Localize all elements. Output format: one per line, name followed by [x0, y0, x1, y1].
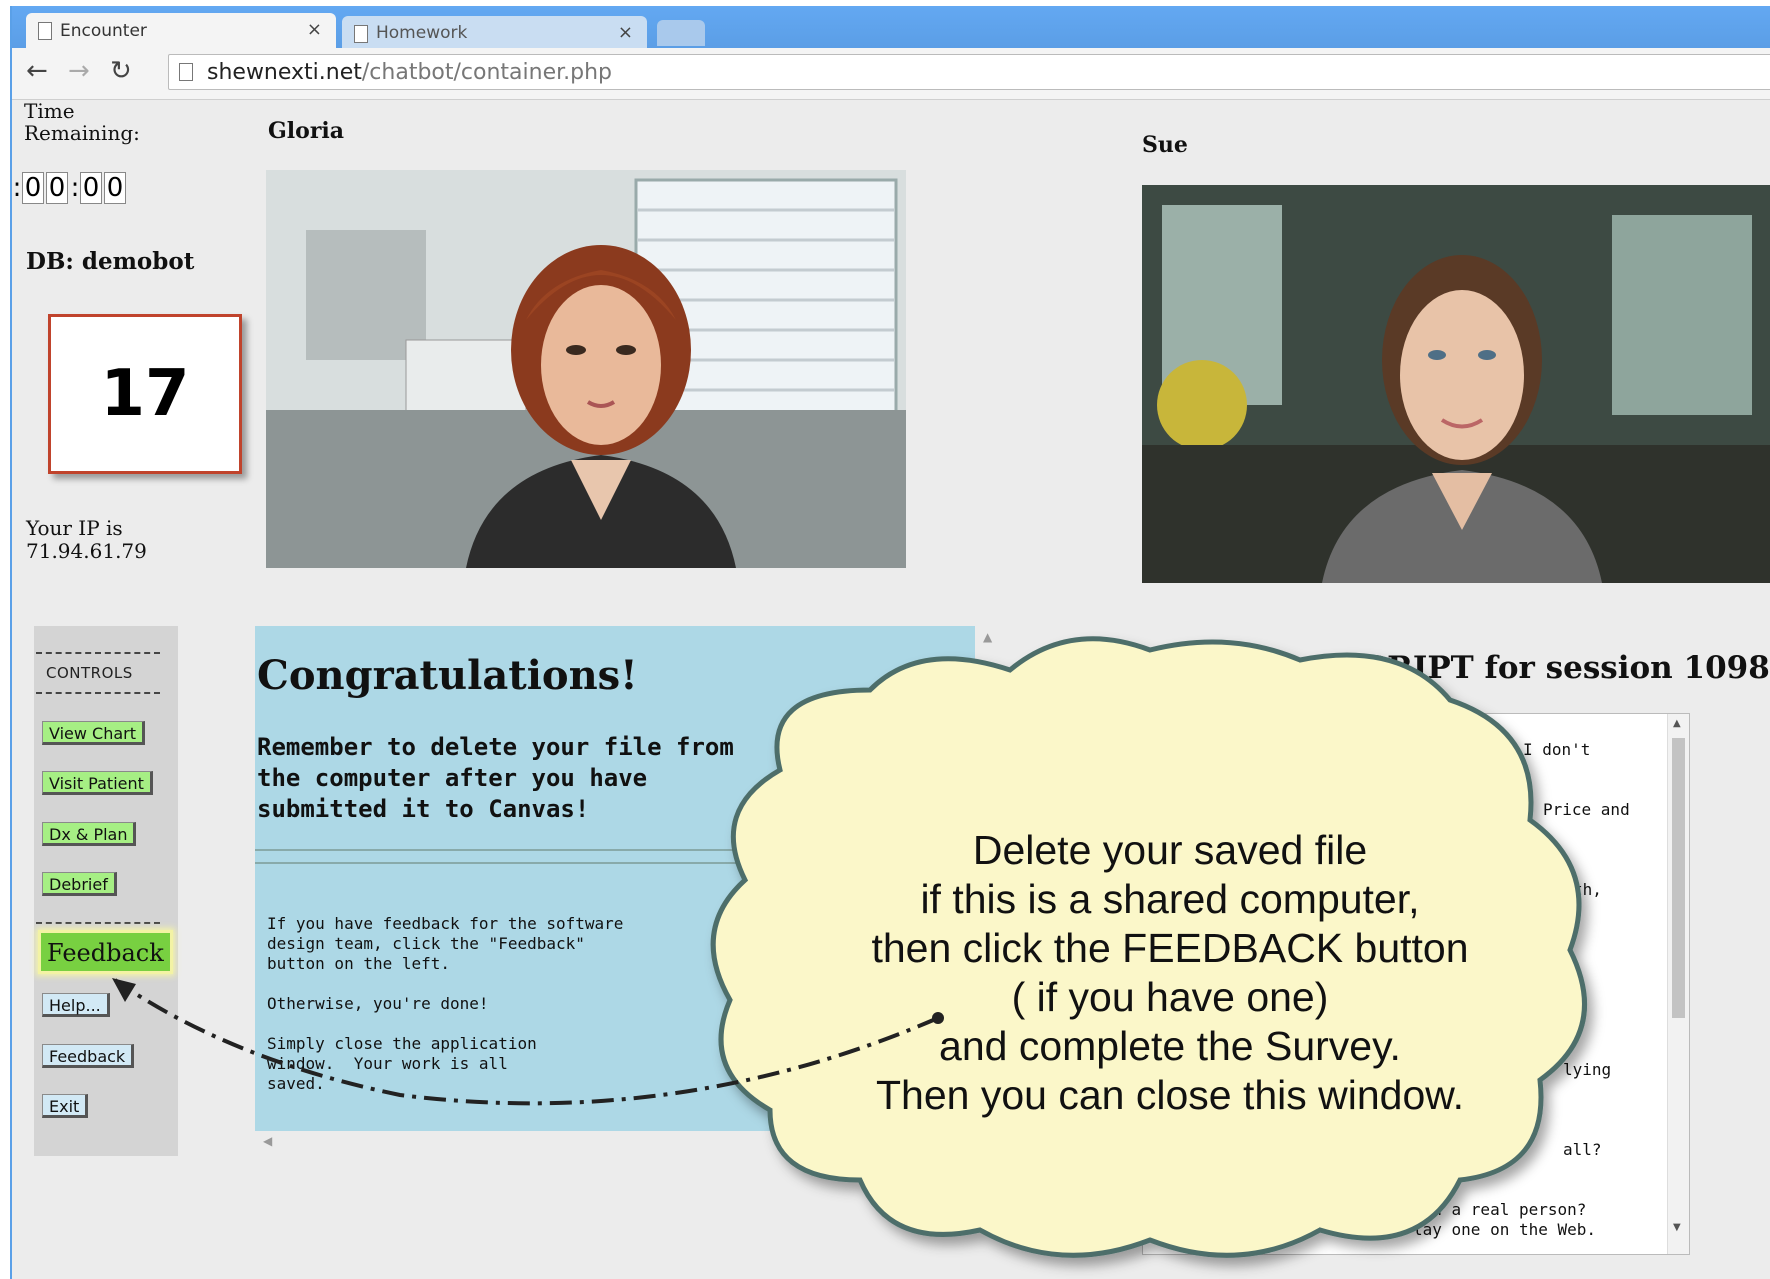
close-note: Simply close the application window. You…	[267, 1034, 537, 1093]
reload-icon[interactable]: ↻	[110, 56, 132, 86]
transcript-line: I don't	[1523, 740, 1591, 759]
timer-colon: :	[70, 173, 80, 203]
feedback-button[interactable]: Feedback	[42, 1044, 135, 1068]
timer-digit: 0	[22, 172, 44, 204]
controls-title: CONTROLS	[46, 664, 133, 682]
ip-info: Your IP is 71.94.61.79	[26, 517, 147, 563]
page-icon	[354, 25, 368, 43]
scroll-up-arrow-icon[interactable]: ▲	[1673, 718, 1681, 729]
close-icon[interactable]: ×	[307, 19, 322, 40]
done-note: Otherwise, you're done!	[267, 994, 489, 1013]
avatar-name-left: Gloria	[268, 118, 345, 144]
countdown-timer: : 0 0 : 0 0	[12, 172, 128, 204]
avatar-name-right: Sue	[1142, 132, 1188, 158]
url-host: shewnexti.net	[207, 59, 362, 85]
scroll-up-arrow-icon[interactable]: ▲	[983, 630, 992, 644]
new-tab-button[interactable]	[657, 20, 705, 46]
gloria-avatar-image	[266, 170, 906, 568]
transcript-scrollbar[interactable]: ▲ ▼	[1667, 714, 1689, 1254]
transcript-line: lying	[1563, 1060, 1612, 1079]
feedback-note: If you have feedback for the software de…	[267, 914, 624, 973]
page-icon	[179, 63, 193, 81]
callout-line: if this is a shared computer,	[920, 876, 1420, 922]
time-remaining-label: Time Remaining:	[24, 99, 140, 145]
transcript-line: lay one on the Web.	[1413, 1220, 1597, 1239]
transcript-line: tie	[1203, 1220, 1232, 1239]
tab-homework[interactable]: Homework ×	[342, 16, 647, 49]
transcript-title-right: SCRIPT for session 1098	[1340, 650, 1770, 686]
callout-line: Then you can close this window.	[876, 1072, 1464, 1118]
callout-line: then click the FEEDBACK button	[871, 925, 1469, 971]
page-icon	[38, 22, 52, 40]
transcript-title-left: Fu	[1142, 650, 1187, 686]
tab-label: Homework	[376, 22, 468, 43]
ip-label: Your IP is	[26, 516, 123, 540]
address-bar[interactable]: shewnexti.net/chatbot/container.php	[168, 54, 1770, 90]
transcript-line: th,	[1573, 880, 1602, 899]
dx-plan-button[interactable]: Dx & Plan	[42, 822, 137, 846]
db-label: DB: demobot	[26, 248, 195, 275]
timer-digit: 0	[46, 172, 68, 204]
congrats-heading: Congratulations!	[257, 652, 638, 699]
counter-box: 17	[48, 314, 242, 474]
transcript-line: Price and	[1543, 800, 1630, 819]
divider	[36, 652, 160, 654]
visit-patient-button[interactable]: Visit Patient	[42, 771, 153, 795]
callout-text: Delete your saved file if this is a shar…	[820, 826, 1520, 1120]
delete-file-reminder: Remember to delete your file from the co…	[257, 733, 734, 823]
controls-panel: CONTROLS View Chart Visit Patient Dx & P…	[34, 626, 178, 1156]
view-chart-button[interactable]: View Chart	[42, 721, 146, 745]
transcript-title: Fu SCRIPT for session 1098	[1142, 650, 1770, 686]
tab-encounter[interactable]: Encounter ×	[26, 13, 336, 49]
transcript-line: :Ready?	[1383, 720, 1451, 739]
divider	[36, 692, 160, 694]
help-button[interactable]: Help...	[42, 993, 110, 1017]
scrollbar-thumb[interactable]	[1672, 738, 1685, 1018]
sue-avatar-image	[1142, 185, 1770, 583]
timer-digit: 0	[80, 172, 102, 204]
browser-toolbar: ← → ↻ shewnexti.net/chatbot/container.ph…	[12, 48, 1770, 100]
tab-label: Encounter	[60, 21, 147, 41]
url-path: /chatbot/container.php	[361, 59, 613, 85]
callout-line: ( if you have one)	[1011, 974, 1329, 1020]
transcript-line: all?	[1563, 1140, 1602, 1159]
forward-arrow-icon[interactable]: →	[68, 56, 90, 86]
transcript-line: you a real person?	[1413, 1200, 1587, 1219]
tab-strip: Encounter × Homework ×	[12, 6, 1770, 49]
close-icon[interactable]: ×	[618, 22, 633, 43]
debrief-button[interactable]: Debrief	[42, 872, 117, 896]
content-horizontal-scrollbar[interactable]: ◀	[255, 1131, 995, 1151]
exit-button[interactable]: Exit	[42, 1094, 89, 1118]
timer-digit: 0	[104, 172, 126, 204]
feedback-highlight-button[interactable]: Feedback	[38, 930, 173, 974]
scroll-left-arrow-icon[interactable]: ◀	[263, 1134, 272, 1148]
callout-line: Delete your saved file	[972, 827, 1368, 873]
scroll-down-arrow-icon[interactable]: ▼	[1673, 1222, 1681, 1233]
divider	[36, 922, 160, 924]
back-arrow-icon[interactable]: ←	[26, 56, 48, 86]
timer-colon: :	[12, 173, 22, 203]
callout-line: and complete the Survey.	[939, 1023, 1401, 1069]
ip-value: 71.94.61.79	[26, 539, 147, 563]
